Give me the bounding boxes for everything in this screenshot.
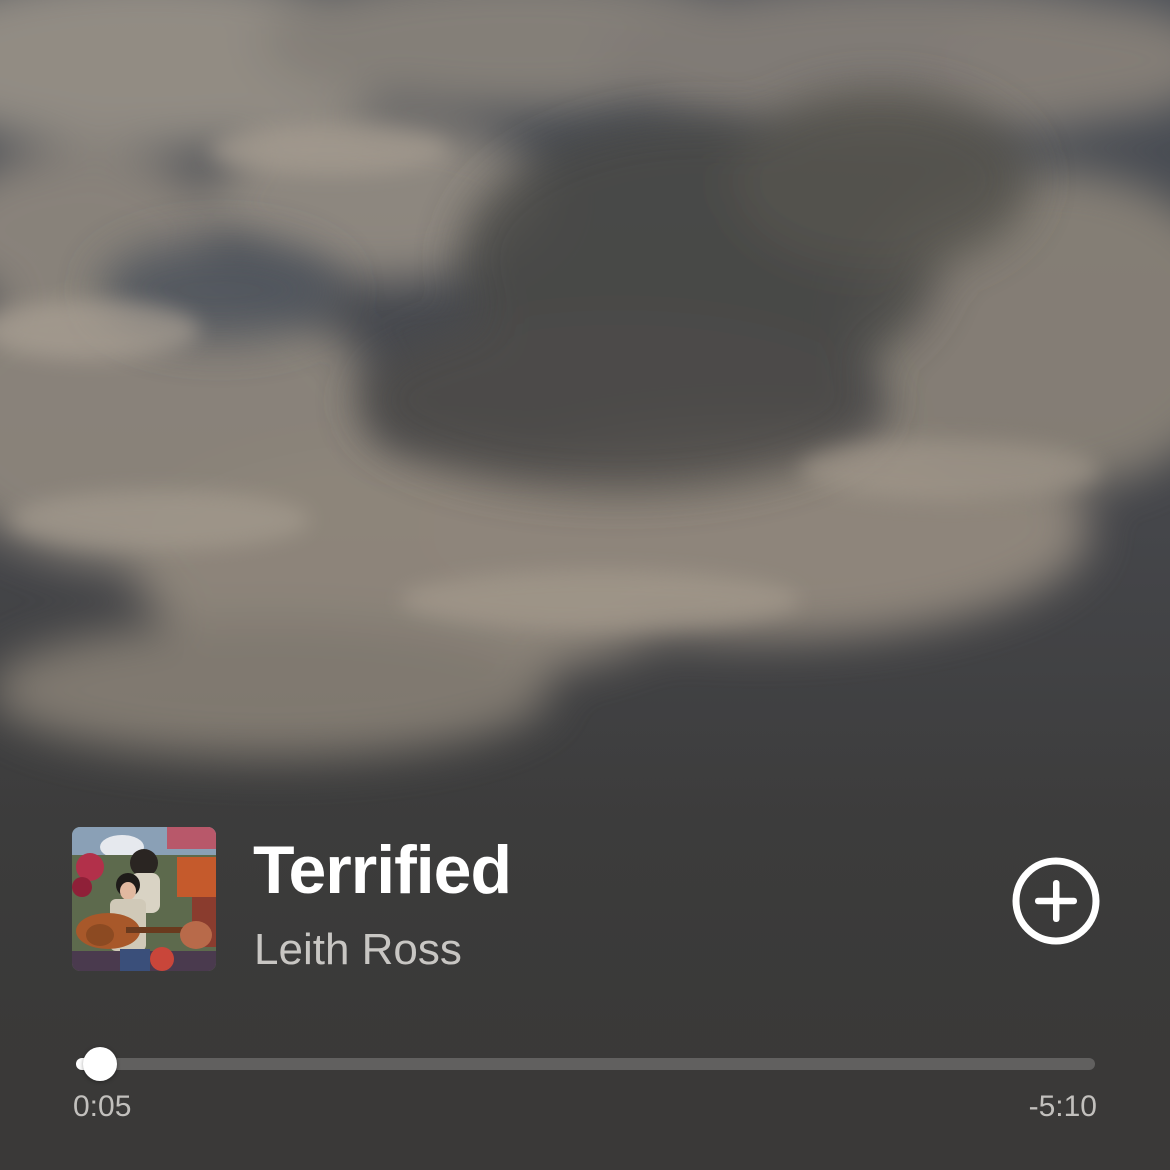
now-playing-panel: Terrified Leith Ross 0:05 -5:10 [0,0,1170,1170]
player-screen: Terrified Leith Ross 0:05 -5:10 [0,0,1170,1170]
progress-scrubber-handle[interactable] [83,1047,117,1081]
track-title[interactable]: Terrified [253,832,512,908]
track-artist[interactable]: Leith Ross [254,922,462,978]
add-to-library-button[interactable] [1011,856,1101,946]
remaining-time: -5:10 [1028,1090,1097,1123]
add-circle-icon [1011,856,1101,946]
elapsed-time: 0:05 [73,1090,132,1123]
album-art[interactable] [72,827,216,971]
progress-bar[interactable] [76,1047,1095,1081]
